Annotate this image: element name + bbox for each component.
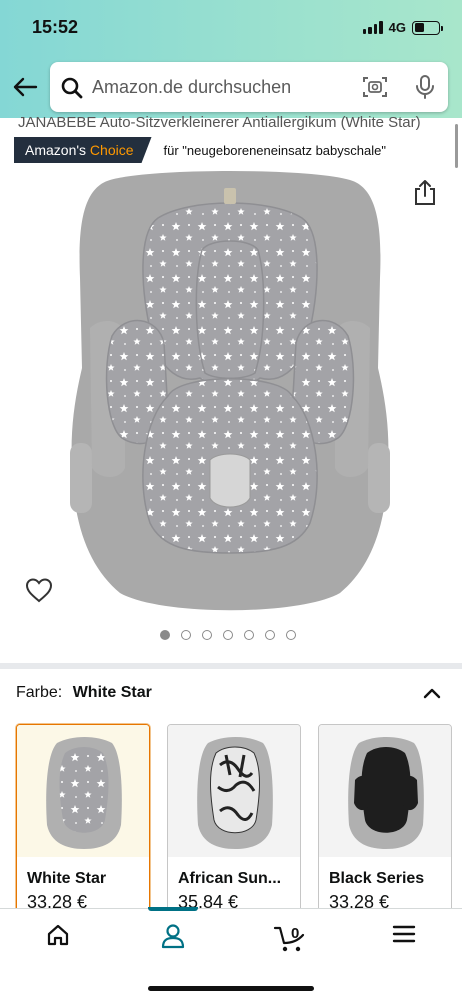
battery-icon: [412, 20, 443, 35]
variant-thumbnail: [168, 725, 300, 857]
badge-accent: Choice: [89, 142, 134, 158]
active-tab-indicator: [148, 907, 198, 911]
variant-option-african-sun[interactable]: African Sun... 35,84 €: [167, 724, 301, 924]
variant-label: Farbe:: [16, 684, 63, 701]
badge-prefix: Amazon's: [25, 142, 90, 158]
variant-name: White Star: [27, 870, 107, 887]
network-type: 4G: [388, 20, 406, 35]
hamburger-icon: [392, 925, 416, 943]
cart-icon: 0: [273, 925, 305, 952]
status-time: 15:52: [32, 17, 79, 37]
variant-thumbnail: [319, 725, 451, 857]
carousel-dot[interactable]: [202, 630, 212, 640]
scrollbar[interactable]: [455, 124, 458, 168]
search-bar: [50, 62, 448, 112]
bottom-navigation: 0: [0, 907, 462, 1000]
carousel-dot[interactable]: [244, 630, 254, 640]
search-input[interactable]: [92, 74, 352, 100]
image-carousel-dots: [160, 630, 296, 640]
arrow-left-icon: [13, 77, 38, 97]
carousel-dot[interactable]: [286, 630, 296, 640]
top-bar: 15:52 4G: [0, 0, 462, 118]
carousel-dot[interactable]: [223, 630, 233, 640]
variant-header[interactable]: Farbe: White Star: [16, 684, 446, 708]
carousel-dot[interactable]: [181, 630, 191, 640]
variant-name: African Sun...: [178, 870, 282, 887]
carousel-dot[interactable]: [160, 630, 170, 640]
microphone-icon[interactable]: [414, 74, 436, 100]
home-indicator[interactable]: [148, 986, 314, 991]
share-icon[interactable]: [412, 179, 438, 207]
status-indicators: 4G: [362, 20, 443, 35]
signal-icon: [362, 21, 383, 34]
battery-level: [414, 23, 424, 32]
product-image[interactable]: [40, 168, 420, 618]
product-title[interactable]: JANABEBE Auto-Sitzverkleinerer Antialler…: [18, 112, 458, 134]
status-bar: 15:52 4G: [0, 14, 462, 42]
heart-icon[interactable]: [24, 576, 54, 604]
nav-account[interactable]: [153, 923, 193, 955]
amazons-choice-row: Amazon's Choice für "neugeboreneneinsatz…: [14, 137, 386, 163]
variant-thumbnail: [17, 725, 149, 857]
cart-count: 0: [291, 925, 299, 942]
nav-cart[interactable]: 0: [270, 923, 310, 955]
choice-keyword[interactable]: für "neugeboreneneinsatz babyschale": [164, 143, 386, 158]
variant-option-black-series[interactable]: Black Series 33,28 €: [318, 724, 452, 924]
person-icon: [161, 924, 185, 949]
variant-option-white-star[interactable]: White Star 33,28 €: [16, 724, 150, 924]
variant-selected: White Star: [72, 684, 152, 701]
magnifier-icon: [61, 77, 83, 99]
home-icon: [47, 924, 69, 946]
carousel-dot[interactable]: [265, 630, 275, 640]
back-button[interactable]: [10, 72, 40, 102]
amazons-choice-badge: Amazon's Choice: [14, 137, 152, 163]
variant-name: Black Series: [329, 870, 425, 887]
chevron-up-icon[interactable]: [422, 686, 442, 700]
section-divider: [0, 663, 462, 669]
camera-scan-icon[interactable]: [362, 75, 388, 99]
nav-home[interactable]: [38, 923, 78, 955]
nav-menu[interactable]: [384, 923, 424, 955]
